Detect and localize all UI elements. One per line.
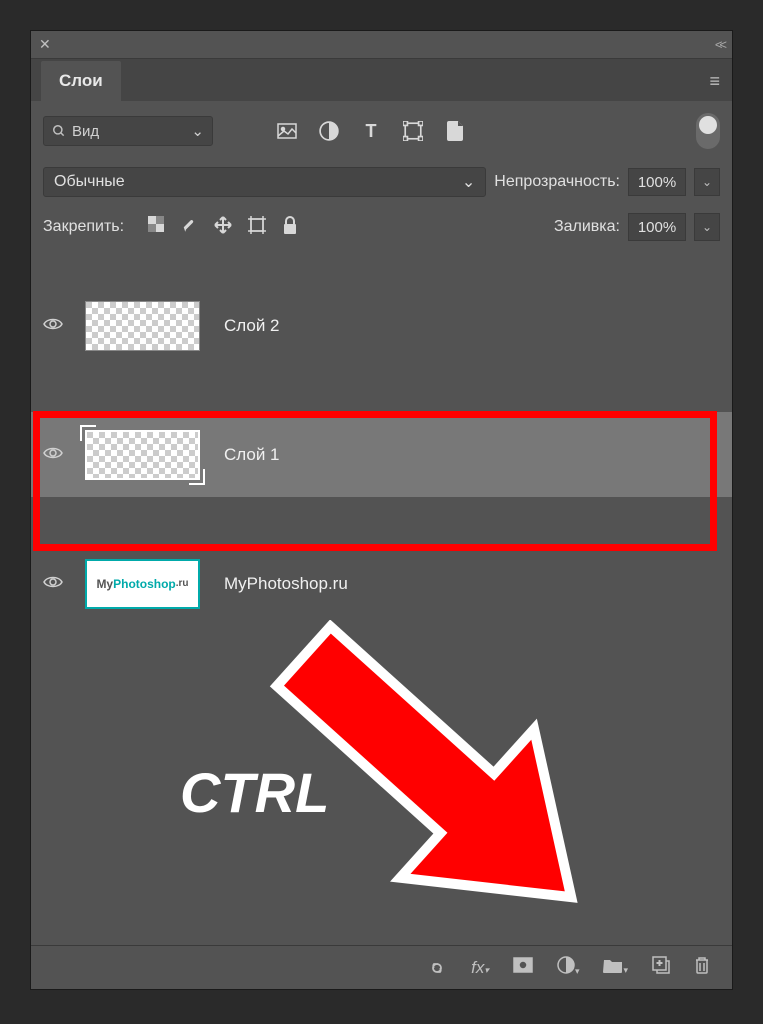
lock-label: Закрепить: [43,218,124,236]
search-icon [52,124,66,138]
layer-name[interactable]: Слой 2 [224,316,280,336]
new-layer-icon[interactable] [652,956,670,979]
lock-row: Закрепить: Заливка: 100% ⌄ [31,203,732,251]
blend-mode-value: Обычные [54,173,125,191]
filter-kind-dropdown[interactable]: Вид ⌄ [43,116,213,146]
chevron-down-icon: ⌄ [191,122,204,140]
panel-tabbar: Слои ≡ [31,59,732,101]
blend-row: Обычные ⌄ Непрозрачность: 100% ⌄ [31,161,732,203]
filter-toggle[interactable] [696,113,720,149]
lock-transparency-icon[interactable] [148,216,164,239]
filter-smartobject-icon[interactable] [445,121,465,141]
visibility-eye-icon[interactable] [43,573,67,594]
opacity-label: Непрозрачность: [494,173,620,191]
lock-artboard-icon[interactable] [248,216,266,239]
blend-mode-dropdown[interactable]: Обычные ⌄ [43,167,486,197]
chevron-down-icon: ⌄ [462,172,475,192]
opacity-chevron[interactable]: ⌄ [694,168,720,196]
close-icon[interactable]: ✕ [39,36,51,53]
new-group-icon[interactable]: ▾ [603,957,628,978]
layer-row-selected[interactable]: Слой 1 [31,412,732,497]
layer-thumbnail[interactable] [85,301,200,351]
filter-type-icon[interactable]: T [361,121,381,141]
lock-position-icon[interactable] [214,216,232,239]
layer-mask-icon[interactable] [513,957,533,978]
fill-input[interactable]: 100% [628,213,686,241]
visibility-eye-icon[interactable] [43,315,67,336]
layer-row[interactable]: MyPhotoshop.ru MyPhotoshop.ru [31,541,732,626]
filter-kind-label: Вид [72,123,99,140]
fill-label: Заливка: [554,218,620,236]
layer-name[interactable]: MyPhotoshop.ru [224,574,348,594]
layer-name[interactable]: Слой 1 [224,445,280,465]
adjustment-layer-icon[interactable]: ▾ [557,956,580,979]
layer-style-icon[interactable]: fx▾ [471,958,489,978]
filter-row: Вид ⌄ T [31,101,732,161]
filter-shape-icon[interactable] [403,121,423,141]
layer-row[interactable]: Слой 2 [31,283,732,368]
panel-titlebar: ✕ << [31,31,732,59]
filter-type-icons: T [277,121,465,141]
collapse-icon[interactable]: << [715,37,724,52]
fill-chevron[interactable]: ⌄ [694,213,720,241]
lock-all-icon[interactable] [282,216,298,239]
layer-thumbnail[interactable]: MyPhotoshop.ru [85,559,200,609]
opacity-input[interactable]: 100% [628,168,686,196]
panel-bottom-bar: fx▾ ▾ ▾ [31,945,732,989]
tab-layers[interactable]: Слои [41,61,121,101]
delete-layer-icon[interactable] [694,956,710,979]
annotation-ctrl-label: CTRL [180,760,329,825]
filter-pixel-icon[interactable] [277,121,297,141]
layers-list: Слой 2 Слой 1 MyPhotoshop.ru MyPhotoshop… [31,283,732,626]
visibility-eye-icon[interactable] [43,444,67,465]
link-layers-icon[interactable] [427,957,447,978]
lock-image-icon[interactable] [180,216,198,239]
panel-menu-icon[interactable]: ≡ [709,71,720,92]
layer-thumbnail[interactable] [85,430,200,480]
filter-adjustment-icon[interactable] [319,121,339,141]
